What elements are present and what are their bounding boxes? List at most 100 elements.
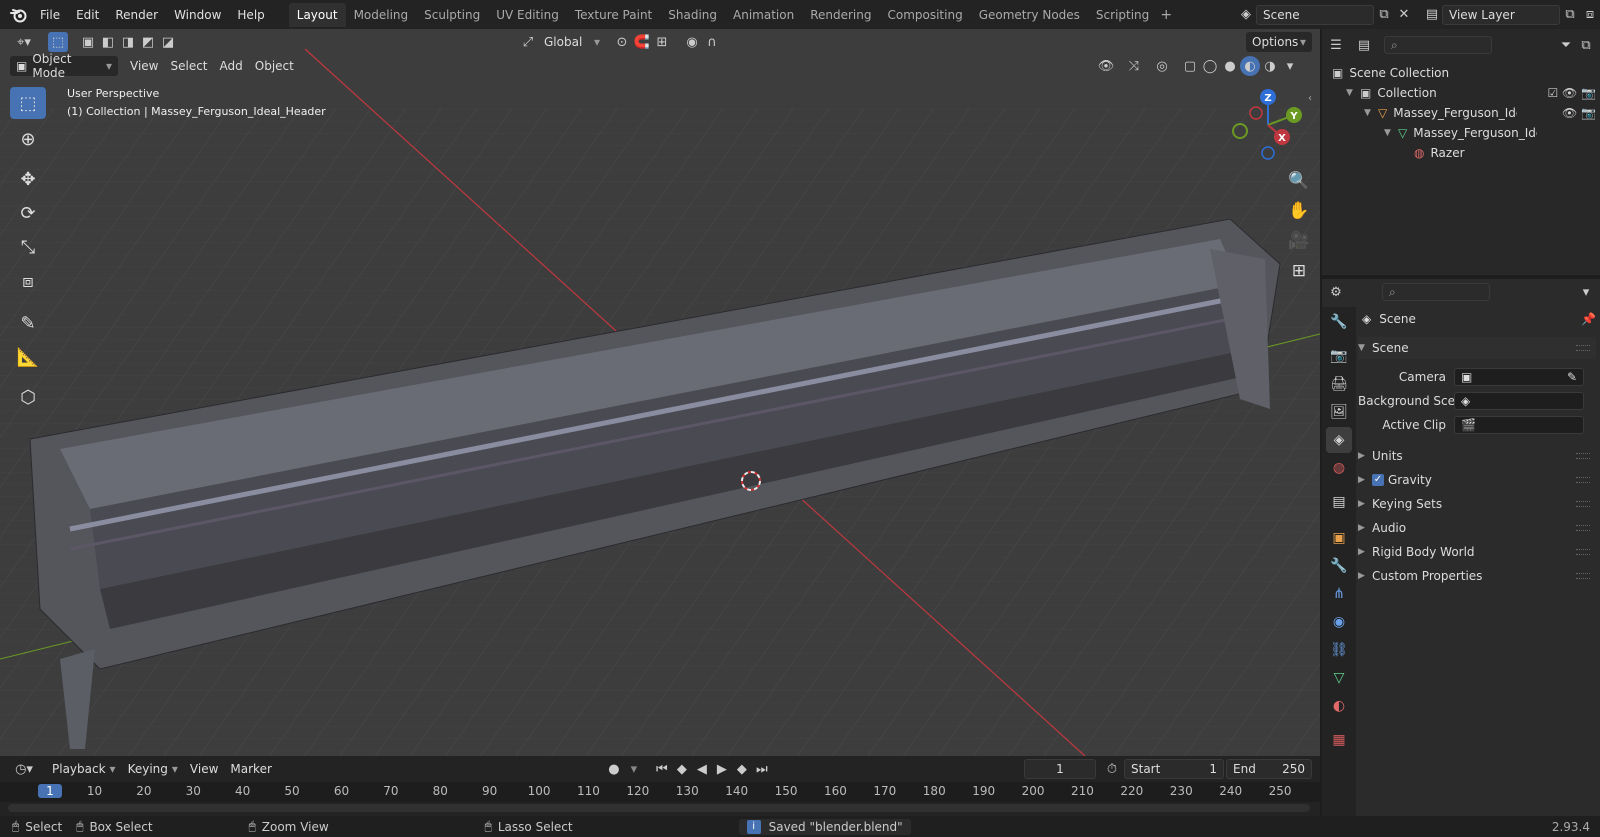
- play-icon[interactable]: ▶: [712, 759, 732, 779]
- menu-help[interactable]: Help: [229, 8, 272, 22]
- select-tool-icon[interactable]: ⬚: [48, 32, 68, 52]
- falloff-icon[interactable]: ∩: [702, 32, 722, 52]
- tree-mesh[interactable]: ▼ ▽ Massey_Ferguson_Ide: [1384, 123, 1537, 143]
- select-intersect-icon[interactable]: ◪: [158, 32, 178, 52]
- outliner-search-input[interactable]: ⌕: [1384, 36, 1492, 54]
- current-frame-marker[interactable]: 1: [38, 784, 62, 798]
- filter-icon[interactable]: ⏷: [1556, 35, 1576, 55]
- perspective-toggle-icon[interactable]: ⊞: [1284, 257, 1314, 285]
- transform-orientation-dropdown[interactable]: Global ▾: [538, 32, 606, 52]
- blender-logo-icon[interactable]: [6, 2, 32, 28]
- move-tool-icon[interactable]: ✥: [10, 163, 46, 195]
- scale-tool-icon[interactable]: ⤡: [10, 231, 46, 263]
- playback-menu[interactable]: Playback ▾: [46, 759, 122, 779]
- material-shading-icon[interactable]: ◐: [1240, 56, 1260, 76]
- tool-tab-icon[interactable]: 🔧: [1326, 309, 1352, 335]
- menu-render[interactable]: Render: [107, 8, 166, 22]
- jump-start-icon[interactable]: ⏮: [652, 759, 672, 779]
- snap-icon[interactable]: 🧲: [632, 32, 652, 52]
- solid-shading-icon[interactable]: ●: [1220, 56, 1240, 76]
- properties-editor-icon[interactable]: ⚙: [1326, 282, 1346, 302]
- tab-sculpting[interactable]: Sculpting: [416, 3, 488, 27]
- data-tab-icon[interactable]: ▽: [1326, 665, 1352, 691]
- pivot-point-icon[interactable]: ⊙: [612, 32, 632, 52]
- orientation-icon[interactable]: ⤢: [518, 32, 538, 52]
- menu-object[interactable]: Object: [249, 56, 300, 76]
- editor-type-icon[interactable]: ⌖▾: [10, 32, 38, 52]
- current-frame-field[interactable]: 1: [1024, 759, 1096, 779]
- timeline-editor-icon[interactable]: ◷▾: [10, 759, 38, 779]
- preview-range-icon[interactable]: ⏱: [1102, 759, 1122, 779]
- mode-dropdown[interactable]: ▣ Object Mode ▾: [10, 52, 118, 80]
- tree-scene-collection[interactable]: ▣ Scene Collection: [1332, 63, 1449, 83]
- display-mode-icon[interactable]: ▤: [1354, 35, 1374, 55]
- camera-view-icon[interactable]: 🎥: [1284, 227, 1314, 255]
- play-reverse-icon[interactable]: ◀: [692, 759, 712, 779]
- panel-gravity[interactable]: ▶ ✓ Gravity: [1358, 469, 1596, 491]
- constraints-tab-icon[interactable]: ⛓: [1326, 637, 1352, 663]
- overlay-toggle-icon[interactable]: ◎: [1152, 56, 1172, 76]
- delete-view-layer-icon[interactable]: ⧈: [1580, 5, 1600, 25]
- pan-view-icon[interactable]: ✋: [1284, 197, 1314, 225]
- tree-object[interactable]: ▼▽Massey_Ferguson_Ideal_I👁 📷: [1364, 103, 1596, 123]
- panel-units[interactable]: ▶ Units: [1358, 445, 1596, 467]
- timeline-view-menu[interactable]: View: [184, 759, 224, 779]
- jump-end-icon[interactable]: ⏭: [752, 759, 772, 779]
- select-invert-icon[interactable]: ◩: [138, 32, 158, 52]
- outliner-editor-icon[interactable]: ☰: [1326, 35, 1346, 55]
- wireframe-shading-icon[interactable]: ◯: [1200, 56, 1220, 76]
- menu-edit[interactable]: Edit: [68, 8, 107, 22]
- cursor-tool-icon[interactable]: ⊕: [10, 123, 46, 155]
- 3d-viewport[interactable]: ⌖▾ ⬚ ▣ ◧ ◨ ◩ ◪ ⤢ Global ▾ ⊙ 🧲 ⊞ ◉ ∩ Optio…: [0, 29, 1320, 756]
- tab-animation[interactable]: Animation: [725, 3, 802, 27]
- physics-tab-icon[interactable]: ◉: [1326, 609, 1352, 635]
- panel-keying-sets[interactable]: ▶ Keying Sets: [1358, 493, 1596, 515]
- tab-scripting[interactable]: Scripting: [1088, 3, 1157, 27]
- tab-compositing[interactable]: Compositing: [879, 3, 970, 27]
- new-scene-icon[interactable]: ⧉: [1374, 5, 1394, 25]
- tab-uv-editing[interactable]: UV Editing: [488, 3, 567, 27]
- modifier-tab-icon[interactable]: 🔧: [1326, 553, 1352, 579]
- marker-menu[interactable]: Marker: [224, 759, 277, 779]
- end-frame-field[interactable]: End 250: [1226, 759, 1312, 779]
- render-tab-icon[interactable]: 📷: [1326, 343, 1352, 369]
- proportional-edit-icon[interactable]: ◉: [682, 32, 702, 52]
- tab-layout[interactable]: Layout: [288, 2, 346, 27]
- view-layer-tab-icon[interactable]: 🖼: [1326, 399, 1352, 425]
- camera-field[interactable]: ▣ ✎: [1454, 368, 1584, 386]
- xray-icon[interactable]: ▢: [1180, 56, 1200, 76]
- menu-add[interactable]: Add: [214, 56, 249, 76]
- tree-material[interactable]: ◍ Razer: [1414, 143, 1465, 163]
- texture-tab-icon[interactable]: ▦: [1326, 727, 1352, 753]
- sidebar-toggle-icon[interactable]: ‹: [1308, 93, 1312, 104]
- new-collection-icon[interactable]: ⧉: [1576, 35, 1596, 55]
- new-view-layer-icon[interactable]: ⧉: [1560, 5, 1580, 25]
- scene-selector-icon[interactable]: ◈: [1236, 5, 1256, 25]
- visibility-icon[interactable]: 👁: [1096, 56, 1116, 76]
- rotate-tool-icon[interactable]: ⟳: [10, 197, 46, 229]
- menu-file[interactable]: File: [32, 8, 68, 22]
- auto-keying-icon[interactable]: ●: [604, 759, 624, 779]
- start-frame-field[interactable]: Start 1: [1124, 759, 1224, 779]
- menu-window[interactable]: Window: [166, 8, 229, 22]
- view-layer-icon[interactable]: ▤: [1422, 5, 1442, 25]
- options-dropdown[interactable]: Options ▾: [1246, 32, 1312, 52]
- tab-shading[interactable]: Shading: [660, 3, 725, 27]
- transform-tool-icon[interactable]: ⧈: [10, 265, 46, 297]
- prev-keyframe-icon[interactable]: ◆: [672, 759, 692, 779]
- add-cube-tool-icon[interactable]: ⬡: [10, 381, 46, 413]
- snap-target-icon[interactable]: ⊞: [652, 32, 672, 52]
- menu-select[interactable]: Select: [164, 56, 213, 76]
- shading-options-icon[interactable]: ▾: [1280, 56, 1300, 76]
- scene-field[interactable]: Scene: [1256, 4, 1374, 25]
- select-subtract-icon[interactable]: ◨: [118, 32, 138, 52]
- next-keyframe-icon[interactable]: ◆: [732, 759, 752, 779]
- properties-options-icon[interactable]: ▾: [1576, 282, 1596, 302]
- select-extend-icon[interactable]: ◧: [98, 32, 118, 52]
- output-tab-icon[interactable]: 🖨: [1326, 371, 1352, 397]
- keying-menu[interactable]: Keying ▾: [122, 759, 184, 779]
- timeline-scrollbar[interactable]: [8, 804, 1310, 812]
- panel-scene-header[interactable]: ▼ Scene: [1358, 337, 1596, 359]
- properties-search-input[interactable]: ⌕: [1382, 283, 1490, 301]
- frame-ruler[interactable]: 1 10 20 30 40 50 60 70 80 90 100 110 120 130 140 150 160…: [0, 782, 1320, 802]
